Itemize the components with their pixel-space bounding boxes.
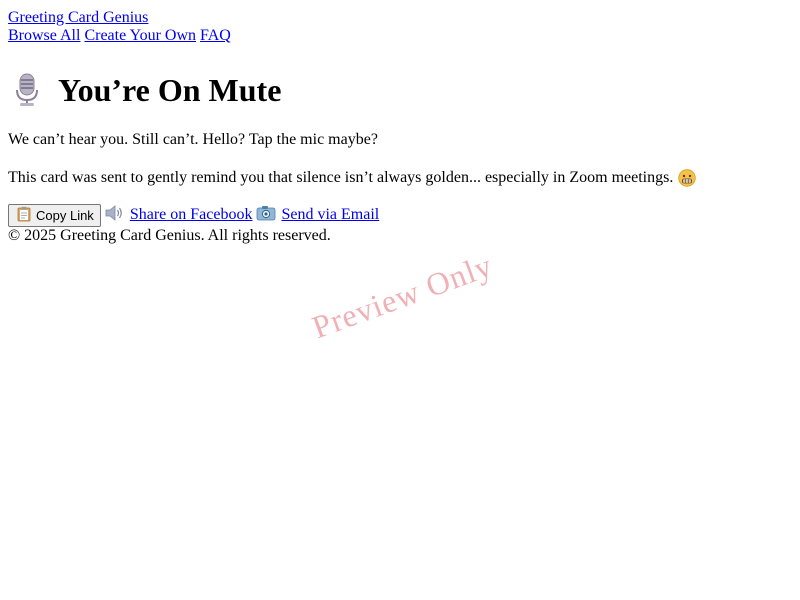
grimacing-face-icon	[678, 169, 697, 187]
footer-copyright: © 2025 Greeting Card Genius. All rights …	[8, 227, 331, 244]
nav-browse-all[interactable]: Browse All	[8, 27, 80, 44]
share-actions: Copy Link Share on Facebook Send via Ema…	[8, 203, 379, 227]
preview-watermark: Preview Only	[307, 246, 498, 346]
copy-link-button[interactable]: Copy Link	[8, 203, 101, 227]
share-facebook-label: Share on Facebook	[129, 206, 253, 223]
site-header: Greeting Card Genius Browse All Create Y…	[8, 9, 231, 45]
send-email-link[interactable]: Send via Email	[256, 205, 379, 226]
card-title-row: You’re On Mute	[8, 70, 281, 110]
card-message-line-2: This card was sent to gently remind you …	[8, 169, 697, 187]
card-message-line-1: We can’t hear you. Still can’t. Hello? T…	[8, 131, 378, 148]
copy-link-label: Copy Link	[36, 207, 94, 223]
nav-create-your-own[interactable]: Create Your Own	[84, 27, 196, 44]
nav-faq[interactable]: FAQ	[200, 27, 231, 44]
share-facebook-link[interactable]: Share on Facebook	[105, 204, 253, 226]
main-nav: Browse All Create Your Own FAQ	[8, 27, 231, 45]
speaker-icon	[105, 204, 125, 226]
microphone-icon	[8, 72, 52, 108]
card-message-line-2-text: This card was sent to gently remind you …	[8, 169, 674, 186]
send-email-label: Send via Email	[281, 206, 380, 223]
clipboard-icon	[17, 206, 31, 225]
camera-icon	[256, 205, 276, 226]
card-title: You’re On Mute	[58, 72, 282, 108]
site-name-link[interactable]: Greeting Card Genius	[8, 9, 148, 26]
